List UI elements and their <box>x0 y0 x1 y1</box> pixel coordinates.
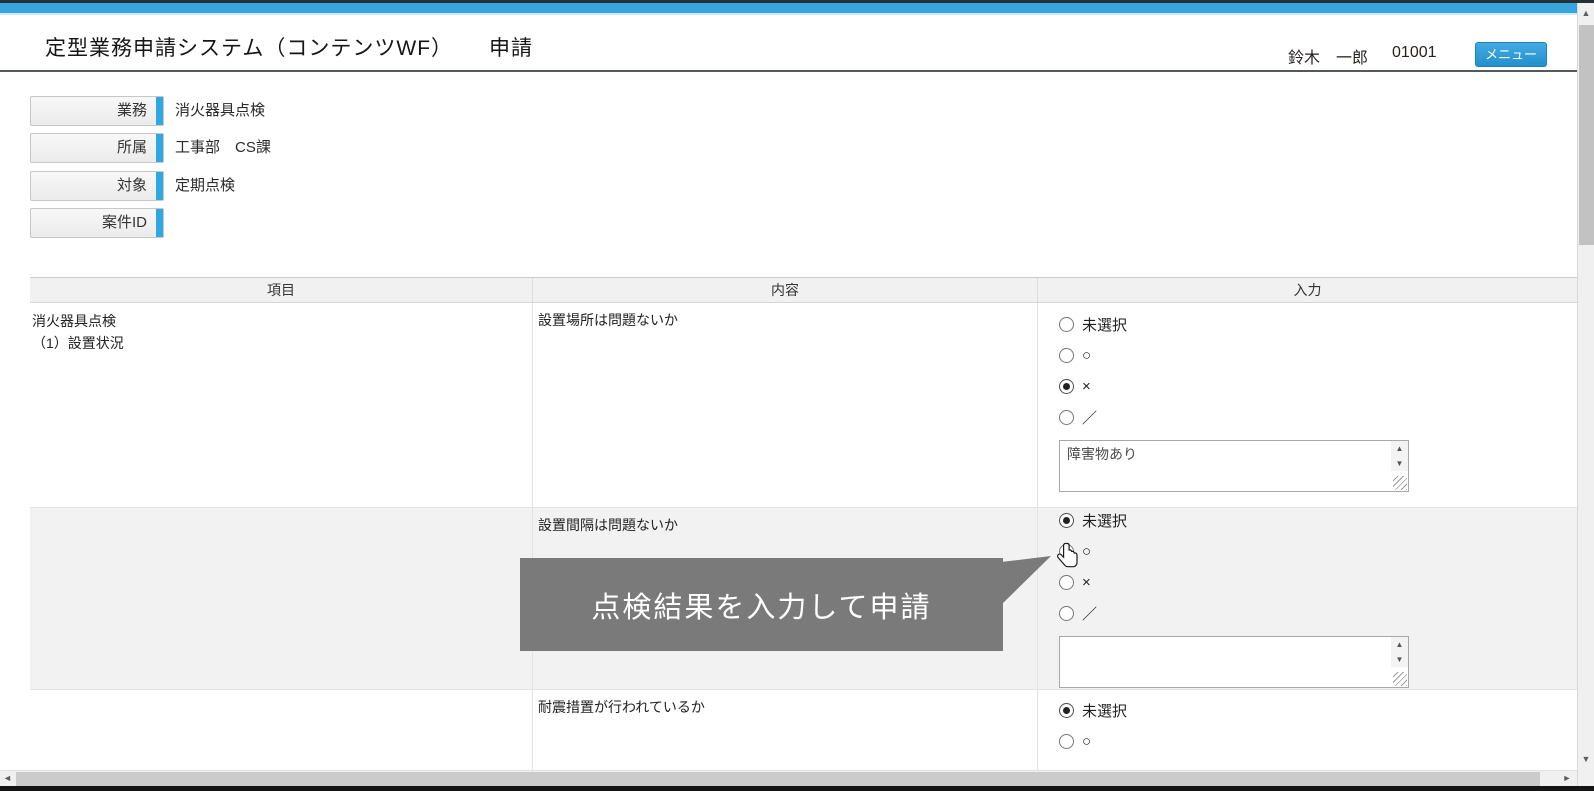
input-cell: 未選択 ○ × ／ 障害物あり ▲ ▼ <box>1038 303 1577 507</box>
field-label-anken-id: 案件ID <box>30 208 164 238</box>
column-header-content: 内容 <box>533 278 1038 302</box>
radio-button-unselected-checked[interactable] <box>1059 512 1074 528</box>
radio-label: × <box>1082 377 1091 395</box>
scrollbar-left-icon[interactable]: ◄ <box>0 771 15 786</box>
tooltip-pointer <box>1001 556 1051 605</box>
field-label-shozoku: 所属 <box>30 133 164 163</box>
blue-accent-bar <box>156 97 163 125</box>
comment-text: 障害物あり <box>1067 446 1137 462</box>
blue-accent-bar <box>156 172 163 200</box>
table-row: 耐震措置が行われているか 未選択 ○ <box>30 690 1577 774</box>
field-value-taisho: 定期点検 <box>175 177 236 194</box>
input-cell: 未選択 ○ × ／ ▲ ▼ <box>1038 508 1577 689</box>
radio-button-batsu[interactable] <box>1059 574 1074 590</box>
window-bottom-edge <box>0 786 1594 791</box>
scroll-down-icon[interactable]: ▼ <box>1391 652 1408 667</box>
radio-option: ○ <box>1059 732 1577 750</box>
page-title: 申請 <box>489 37 534 60</box>
radio-button-maru[interactable] <box>1059 733 1074 749</box>
user-block: 鈴木 一郎 01001 <box>1288 44 1437 68</box>
radio-option: ／ <box>1059 605 1577 623</box>
radio-button-batsu-checked[interactable] <box>1059 378 1074 394</box>
guide-tooltip-text: 点検結果を入力して申請 <box>591 591 932 624</box>
input-cell: 未選択 ○ <box>1038 690 1577 774</box>
hand-cursor-icon <box>1057 542 1078 568</box>
scrollbar-right-icon[interactable]: ► <box>1559 771 1575 786</box>
table-header-row: 項目 内容 入力 <box>30 277 1577 303</box>
system-title: 定型業務申請システム（コンテンツWF） <box>45 37 454 60</box>
comment-text <box>1060 637 1408 641</box>
radio-button-slash[interactable] <box>1059 409 1074 425</box>
radio-label: × <box>1082 573 1091 591</box>
vertical-scrollbar-thumb[interactable] <box>1579 25 1594 245</box>
field-value-shozoku: 工事部 CS課 <box>175 139 271 156</box>
column-header-input: 入力 <box>1293 282 1322 298</box>
item-cell: 消火器具点検 （1）設置状況 <box>30 303 533 507</box>
item-cell <box>30 690 533 774</box>
radio-option: × <box>1059 573 1577 591</box>
radio-option: 未選択 <box>1059 316 1577 334</box>
user-name: 鈴木 一郎 <box>1288 50 1369 67</box>
item-cell <box>30 508 533 689</box>
radio-button-slash[interactable] <box>1059 605 1074 621</box>
radio-button-unselected-checked[interactable] <box>1059 702 1074 718</box>
radio-label: ／ <box>1082 409 1098 427</box>
question-cell: 耐震措置が行われているか <box>533 690 1038 774</box>
radio-option: 未選択 <box>1059 702 1577 720</box>
menu-button[interactable]: メニュー <box>1475 42 1547 67</box>
scroll-up-icon[interactable]: ▲ <box>1391 441 1408 456</box>
radio-label: ○ <box>1082 346 1092 364</box>
user-id: 01001 <box>1392 44 1437 61</box>
radio-option: × <box>1059 377 1577 395</box>
item-subtitle: （1）設置状況 <box>32 335 124 351</box>
guide-tooltip: 点検結果を入力して申請 <box>520 558 1003 651</box>
radio-label: 未選択 <box>1082 316 1128 334</box>
vertical-scrollbar[interactable]: ▲ ▼ <box>1577 3 1594 786</box>
radio-label: 未選択 <box>1082 702 1128 720</box>
title-bar-highlight <box>0 13 1577 15</box>
radio-button-unselected[interactable] <box>1059 316 1074 332</box>
radio-option: ／ <box>1059 409 1577 427</box>
blue-accent-bar <box>156 134 163 162</box>
field-value-gyomu: 消火器具点検 <box>175 102 266 119</box>
header-divider <box>0 70 1577 72</box>
resize-grip-icon[interactable] <box>1393 476 1407 490</box>
radio-option: ○ <box>1059 542 1577 560</box>
radio-option: ○ <box>1059 346 1577 364</box>
scrollbar-up-icon[interactable]: ▲ <box>1578 5 1594 22</box>
question-cell: 設置場所は問題ないか <box>533 303 1038 507</box>
field-label-text: 対象 <box>116 177 147 194</box>
radio-label: ／ <box>1082 605 1098 623</box>
field-label-gyomu: 業務 <box>30 96 164 126</box>
resize-grip-icon[interactable] <box>1393 672 1407 686</box>
radio-option: 未選択 <box>1059 512 1577 530</box>
comment-textarea[interactable]: 障害物あり ▲ ▼ <box>1059 440 1409 492</box>
table-row: 消火器具点検 （1）設置状況 設置場所は問題ないか 未選択 ○ × ／ 障害物あ… <box>30 303 1577 508</box>
radio-label: ○ <box>1082 542 1092 560</box>
scroll-down-icon[interactable]: ▼ <box>1391 456 1408 471</box>
inspection-table: 項目 内容 入力 消火器具点検 （1）設置状況 設置場所は問題ないか 未選択 ○ <box>30 277 1577 774</box>
application-window: 定型業務申請システム（コンテンツWF） 申請 鈴木 一郎 01001 メニュー 業… <box>0 0 1594 791</box>
radio-button-maru[interactable] <box>1059 347 1074 363</box>
blue-accent-bar <box>156 209 163 237</box>
field-label-text: 案件ID <box>101 214 147 231</box>
radio-label: ○ <box>1082 732 1092 750</box>
scrollbar-down-icon[interactable]: ▼ <box>1578 751 1594 768</box>
comment-textarea[interactable]: ▲ ▼ <box>1059 636 1409 688</box>
item-title: 消火器具点検 <box>32 313 116 329</box>
scroll-up-icon[interactable]: ▲ <box>1391 637 1408 652</box>
field-label-text: 業務 <box>116 102 147 119</box>
horizontal-scrollbar-thumb[interactable] <box>16 772 1540 786</box>
column-header-item: 項目 <box>30 278 533 302</box>
horizontal-scrollbar[interactable]: ◄ ► <box>0 770 1577 786</box>
app-title: 定型業務申請システム（コンテンツWF） 申請 <box>45 32 533 62</box>
field-label-text: 所属 <box>116 139 147 156</box>
window-title-bar <box>0 3 1577 13</box>
field-label-taisho: 対象 <box>30 171 164 201</box>
radio-label: 未選択 <box>1082 512 1128 530</box>
